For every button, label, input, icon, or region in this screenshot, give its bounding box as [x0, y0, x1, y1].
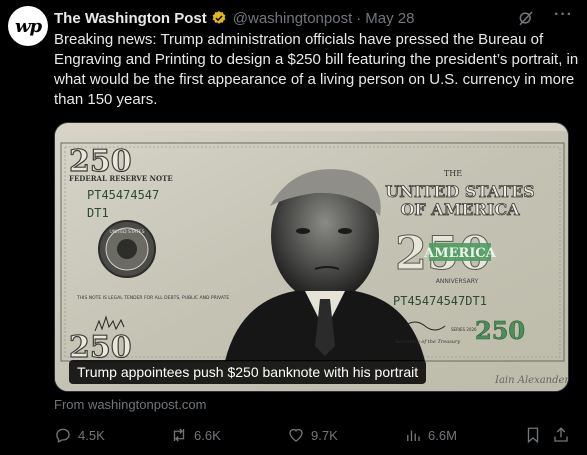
bill-serial-suffix: DT1 — [87, 206, 109, 220]
action-bar: 4.5K 6.6K 9.7K 6.6M — [54, 426, 575, 446]
views-count: 6.6M — [428, 427, 457, 443]
bill-anniversary: ANNIVERSARY — [436, 278, 479, 285]
bill-note-header: FEDERAL RESERVE NOTE — [69, 174, 173, 183]
bill-america: AMERICA — [423, 246, 497, 261]
more-options-icon[interactable]: ··· — [554, 6, 573, 24]
reply-count: 4.5K — [78, 427, 105, 443]
author-handle[interactable]: @washingtonpost — [233, 10, 352, 27]
bookmark-button[interactable] — [524, 426, 542, 444]
avatar-logo-text: wp — [14, 15, 42, 37]
bill-serial-full: PT45474547DT1 — [393, 294, 487, 308]
repost-icon — [173, 428, 185, 442]
separator-dot: · — [356, 9, 362, 27]
share-button[interactable] — [552, 426, 570, 444]
bill-country-line2: OF AMERICA — [400, 200, 520, 219]
like-button[interactable]: 9.7K — [287, 426, 338, 444]
bill-the: THE — [444, 169, 462, 178]
repost-count: 6.6K — [194, 427, 221, 443]
avatar[interactable]: wp — [8, 6, 48, 46]
bill-treasury: Secretary of the Treasury — [395, 339, 460, 345]
author-name[interactable]: The Washington Post — [54, 10, 207, 27]
repost-button[interactable]: 6.6K — [170, 426, 221, 444]
bookmark-icon — [527, 427, 539, 444]
views-icon — [407, 430, 420, 441]
bill-series: SERIES 2026 — [451, 327, 477, 332]
bill-seal-text: UNITED STATES — [110, 229, 145, 235]
media-caption: Trump appointees push $250 banknote with… — [69, 360, 427, 384]
post-date[interactable]: May 28 — [365, 10, 414, 27]
bill-serial: PT45474547 — [87, 188, 159, 202]
post-media[interactable]: 250 FEDERAL RESERVE NOTE PT45474547 DT1 … — [54, 122, 569, 392]
like-count: 9.7K — [311, 427, 338, 443]
grok-icon[interactable] — [517, 9, 535, 27]
post-header: The Washington Post @washingtonpost · Ma… — [54, 6, 575, 28]
post-text: Breaking news: Trump administration offi… — [54, 31, 579, 108]
reply-icon — [56, 428, 70, 443]
bill-legal-tender: THIS NOTE IS LEGAL TENDER FOR ALL DEBTS,… — [76, 295, 229, 301]
reply-button[interactable]: 4.5K — [54, 426, 105, 444]
bill-green-250: 250 — [475, 316, 525, 345]
banknote-image: 250 FEDERAL RESERVE NOTE PT45474547 DT1 … — [55, 131, 569, 391]
views-button[interactable]: 6.6M — [404, 426, 457, 444]
source-link[interactable]: From washingtonpost.com — [54, 397, 206, 412]
share-icon — [554, 427, 568, 442]
verified-badge-icon — [212, 11, 226, 24]
bill-artist-signature: Iain Alexander — [494, 375, 569, 386]
heart-icon — [289, 428, 303, 442]
bill-country-line1: UNITED STATES — [385, 182, 534, 201]
